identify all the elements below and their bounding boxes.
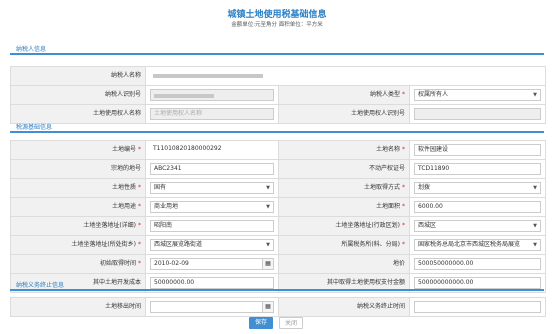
land-no-label: 土地编号 *: [11, 141, 146, 159]
taxpayer-id-label: 纳税人识别号: [11, 86, 146, 104]
chevron-down-icon: ▼: [533, 185, 537, 191]
acquired-time-input[interactable]: 2010-02-09 ▦: [150, 258, 274, 270]
cert-label: 不动产权证号: [278, 160, 410, 178]
row-taxpayer-name: 纳税人名称: [11, 67, 545, 86]
street-select[interactable]: 西城区展览路街道 ▼: [150, 239, 274, 251]
chevron-down-icon: ▼: [266, 185, 270, 191]
redacted-id: [154, 94, 214, 98]
end-time-label: 纳税义务终止时间: [278, 298, 410, 316]
acquire-select[interactable]: 划拨 ▼: [414, 182, 541, 194]
calendar-icon[interactable]: ▦: [262, 302, 273, 312]
land-user-name-input[interactable]: 土地使用权人名称: [150, 108, 274, 120]
land-name-label: 土地名称 *: [278, 141, 410, 159]
section-termination: 纳税义务终止信息: [10, 279, 544, 291]
chevron-down-icon: ▼: [266, 242, 270, 248]
redacted-name: [153, 74, 263, 78]
termination-grid: 土地移出时间 ▦ 纳税义务终止时间: [10, 297, 546, 317]
section-tax-source: 税源基础信息: [10, 121, 544, 133]
authority-label: 所属税务所(科、分局) *: [278, 236, 410, 254]
authority-select[interactable]: 国家税务总局北京市西城区税务局展览 ▼: [414, 239, 541, 251]
chevron-down-icon: ▼: [533, 92, 537, 98]
end-time-input[interactable]: [414, 301, 541, 313]
area-input[interactable]: 6000.00: [414, 201, 541, 213]
row-parcel: 宗地的地号 ABC2341 不动产权证号 TCD11890: [11, 160, 545, 179]
taxpayer-type-select[interactable]: 权属所有人 ▼: [414, 89, 541, 101]
price-label: 地价: [278, 255, 410, 273]
row-taxpayer-id: 纳税人识别号 纳税人类型 * 权属所有人 ▼: [11, 86, 545, 105]
tax-source-grid: 土地编号 * T110108201800002​92 土地名称 * 软件园建设 宗地…: [10, 140, 546, 293]
nature-label: 土地性质 *: [11, 179, 146, 197]
acquire-label: 土地取得方式 *: [278, 179, 410, 197]
unit-subtitle: 金额单位:元至角分 面积单位：平方米: [231, 22, 323, 28]
district-label: 土地坐落地址(行政区划) *: [278, 217, 410, 235]
row-use: 土地用途 * 商业用地 ▼ 土地面积 * 6000.00: [11, 198, 545, 217]
land-name-input[interactable]: 软件园建设: [414, 144, 541, 156]
area-label: 土地面积 *: [278, 198, 410, 216]
use-select[interactable]: 商业用地 ▼: [150, 201, 274, 213]
section-taxpayer-title: 纳税人信息: [16, 46, 47, 53]
taxpayer-type-label: 纳税人类型 *: [278, 86, 410, 104]
row-address: 土地坐落地址(详细) * 昭阳南 土地坐落地址(行政区划) * 西城区 ▼: [11, 217, 545, 236]
acquired-time-label: 初始取得时间 *: [11, 255, 146, 273]
taxpayer-id-field[interactable]: [150, 89, 274, 101]
taxpayer-grid: 纳税人名称 纳税人识别号 纳税人类型 * 权属所有人 ▼ 土地使用权人名称 土地使用…: [10, 66, 546, 124]
calendar-icon[interactable]: ▦: [262, 259, 273, 269]
parcel-label: 宗地的地号: [11, 160, 146, 178]
chevron-down-icon: ▼: [533, 223, 537, 229]
street-label: 土地坐落地址(所处街乡) *: [11, 236, 146, 254]
section-termination-title: 纳税义务终止信息: [16, 282, 65, 289]
taxpayer-name-field: [150, 70, 280, 82]
price-input[interactable]: 500050000000.00: [414, 258, 541, 270]
exit-time-input[interactable]: ▦: [150, 301, 274, 313]
address-input[interactable]: 昭阳南: [150, 220, 274, 232]
nature-select[interactable]: 国有 ▼: [150, 182, 274, 194]
section-taxpayer: 纳税人信息: [10, 43, 544, 55]
row-street: 土地坐落地址(所处街乡) * 西城区展览路街道 ▼ 所属税务所(科、分局) * 国家税…: [11, 236, 545, 255]
row-land-no: 土地编号 * T110108201800002​92 土地名称 * 软件园建设: [11, 141, 545, 160]
chevron-down-icon: ▼: [533, 242, 537, 248]
land-no-value: T110108201800002​92: [153, 145, 222, 152]
exit-time-label: 土地移出时间: [11, 298, 146, 316]
close-button[interactable]: 关闭: [279, 317, 303, 329]
taxpayer-name-label: 纳税人名称: [11, 67, 146, 85]
land-user-id-input[interactable]: [414, 108, 541, 120]
section-tax-source-title: 税源基础信息: [16, 124, 53, 131]
dialog-title: 城镇土地使用税基础信息: [227, 10, 327, 20]
chevron-down-icon: ▼: [266, 204, 270, 210]
row-nature: 土地性质 * 国有 ▼ 土地取得方式 * 划拨 ▼: [11, 179, 545, 198]
parcel-input[interactable]: ABC2341: [150, 163, 274, 175]
row-acquired-time: 初始取得时间 * 2010-02-09 ▦ 地价 500050000000.00: [11, 255, 545, 274]
save-button[interactable]: 保存: [249, 317, 273, 329]
address-label: 土地坐落地址(详细) *: [11, 217, 146, 235]
use-label: 土地用途 *: [11, 198, 146, 216]
cert-input[interactable]: TCD11890: [414, 163, 541, 175]
district-select[interactable]: 西城区 ▼: [414, 220, 541, 232]
row-termination: 土地移出时间 ▦ 纳税义务终止时间: [11, 298, 545, 317]
